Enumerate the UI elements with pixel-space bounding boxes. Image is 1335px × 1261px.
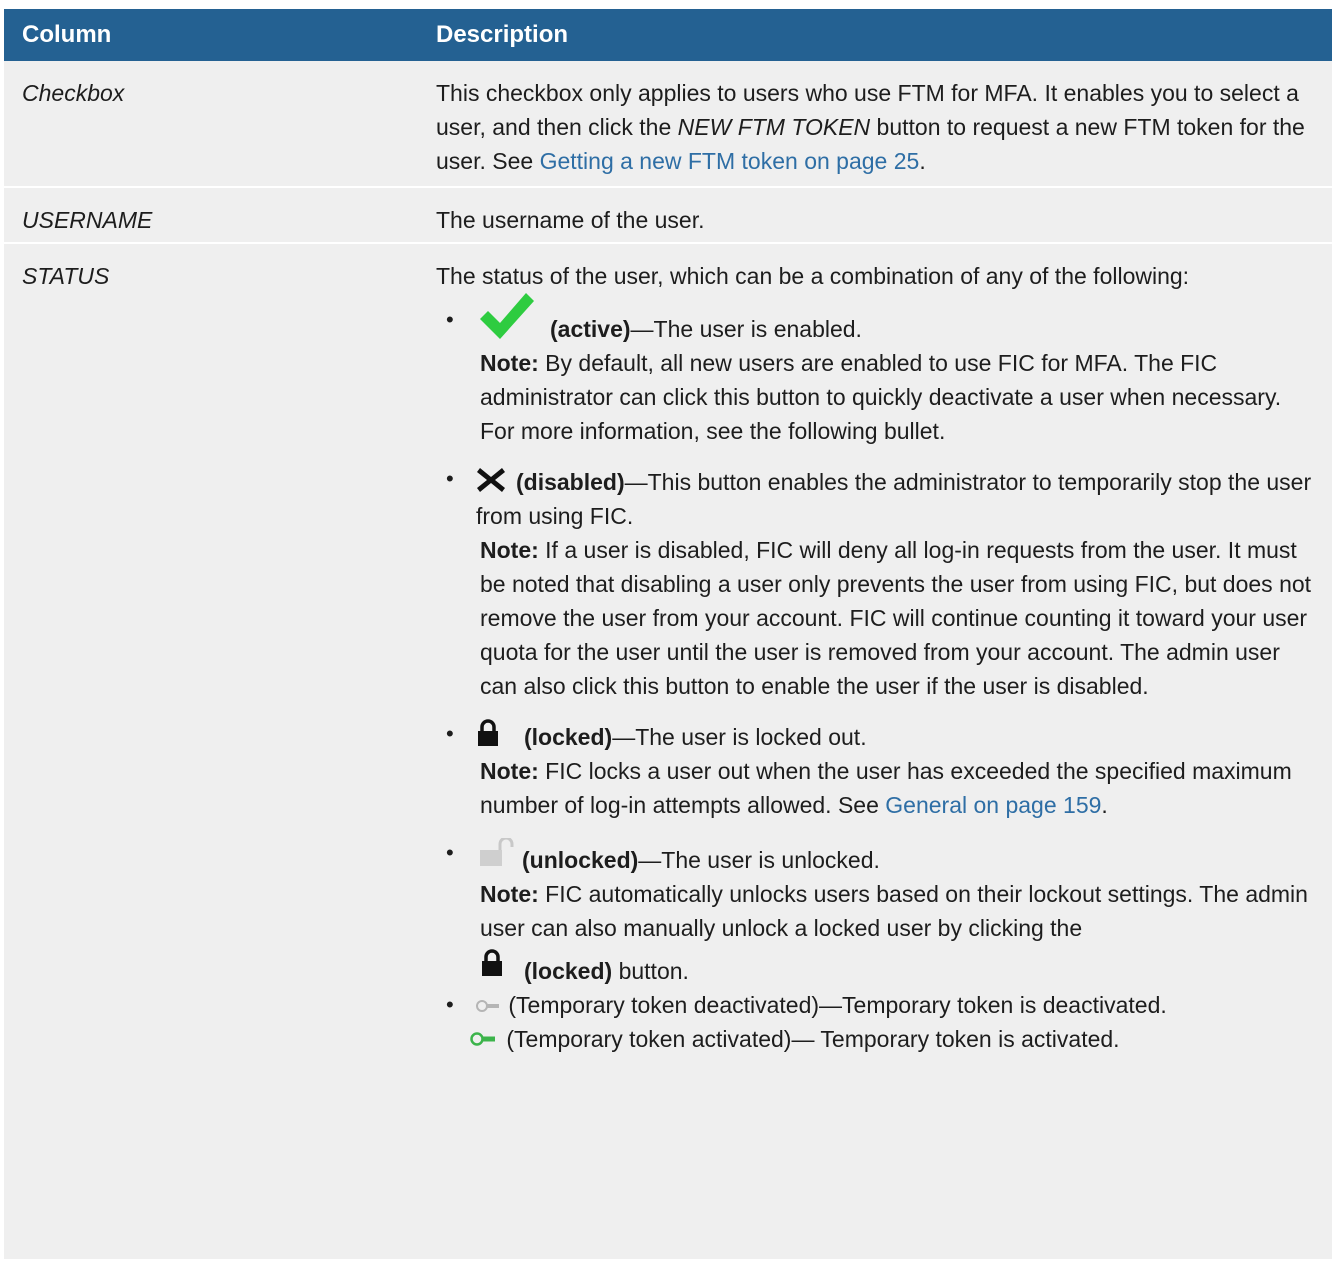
table-row: STATUS The status of the user, which can… xyxy=(4,243,1332,1261)
temp-token-inactive-icon xyxy=(476,988,502,1022)
lock-icon xyxy=(480,949,524,986)
page-link[interactable]: General on page 159 xyxy=(885,792,1101,818)
status-label: (locked) xyxy=(524,958,613,984)
status-note: Note: FIC locks a user out when the user… xyxy=(476,754,1312,822)
column-description: The username of the user. xyxy=(420,187,1332,244)
note-label: Note: xyxy=(480,350,539,376)
x-icon xyxy=(476,466,516,503)
note-label: Note: xyxy=(480,881,539,907)
checkmark-icon xyxy=(476,289,550,343)
page-link[interactable]: Getting a new FTM token on page 25 xyxy=(540,148,920,174)
status-intro: The status of the user, which can be a c… xyxy=(436,263,1190,289)
status-text: —The user is enabled. xyxy=(630,316,862,342)
note-label: Note: xyxy=(480,537,539,563)
table-row: Checkbox This checkbox only applies to u… xyxy=(4,61,1332,188)
note-text: If a user is disabled, FIC will deny all… xyxy=(480,537,1312,699)
temp-token-active-icon xyxy=(470,1022,500,1056)
list-item: (locked)—The user is locked out. Note: F… xyxy=(446,717,1312,822)
button-name: NEW FTM TOKEN xyxy=(677,114,871,140)
column-description: The status of the user, which can be a c… xyxy=(420,243,1332,1261)
status-label: (unlocked) xyxy=(522,847,639,873)
status-note: Note: If a user is disabled, FIC will de… xyxy=(476,533,1312,703)
status-label: (locked) xyxy=(524,724,613,750)
status-text: —The user is locked out. xyxy=(612,724,867,750)
note-label: Note: xyxy=(480,758,539,784)
note-text: By default, all new users are enabled to… xyxy=(480,350,1282,444)
status-columns-table: Column Description Checkbox This checkbo… xyxy=(4,9,1332,1261)
column-name: USERNAME xyxy=(4,187,420,244)
column-description: This checkbox only applies to users who … xyxy=(420,61,1332,188)
status-list: (active)—The user is enabled. Note: By d… xyxy=(436,293,1312,1056)
unlock-icon xyxy=(476,836,522,879)
header-column: Column xyxy=(4,9,420,61)
token-text: (Temporary token deactivated)—Temporary … xyxy=(502,992,1167,1018)
note-text: button. xyxy=(612,958,689,984)
column-name: STATUS xyxy=(4,243,420,1261)
list-item: (unlocked)—The user is unlocked. Note: F… xyxy=(446,836,1312,988)
list-item: (active)—The user is enabled. Note: By d… xyxy=(446,293,1312,448)
desc-text: . xyxy=(919,148,926,174)
note-text: FIC automatically unlocks users based on… xyxy=(480,881,1308,941)
status-label: (active) xyxy=(550,316,631,342)
list-item: (Temporary token deactivated)—Temporary … xyxy=(446,988,1312,1056)
list-item: (disabled)—This button enables the admin… xyxy=(446,462,1312,703)
table-row: USERNAME The username of the user. xyxy=(4,187,1332,244)
column-name: Checkbox xyxy=(4,61,420,188)
status-label: (disabled) xyxy=(516,469,625,495)
header-description: Description xyxy=(420,9,1332,61)
status-note: Note: By default, all new users are enab… xyxy=(476,346,1312,448)
status-note: Note: FIC automatically unlocks users ba… xyxy=(476,877,1312,945)
token-text: (Temporary token activated)— Temporary t… xyxy=(500,1026,1120,1052)
table-header-row: Column Description xyxy=(4,9,1332,61)
status-text: —The user is unlocked. xyxy=(638,847,880,873)
lock-icon xyxy=(476,719,524,756)
note-text: . xyxy=(1101,792,1108,818)
